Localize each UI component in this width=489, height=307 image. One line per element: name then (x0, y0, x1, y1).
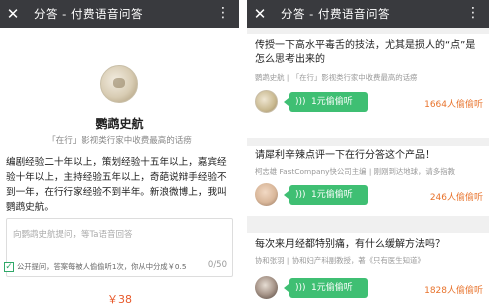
char-counter: 0/50 (207, 260, 227, 270)
listener-count: 1828人偷偷听 (424, 286, 483, 296)
top-bar: ✕ 分答 - 付费语音问答 ⋮ (0, 0, 239, 28)
question-text: 每次来月经都特别痛，有什么缓解方法吗？ (255, 239, 445, 250)
listen-button[interactable]: ))) 1元偷偷听 (284, 92, 368, 112)
sound-wave-icon: ))) (295, 97, 306, 107)
public-checkbox[interactable]: ✓ (4, 262, 14, 272)
public-question-text: 公开提问，答案每被人偷偷听1次，你从中分成￥0.5 (17, 262, 187, 271)
screenshot-root: ✕ 分答 - 付费语音问答 ⋮ 鹦鹉史航 「在行」影视类行家中收费最高的话痨 编… (0, 0, 489, 307)
answerer-meta: 协和张羽 | 协和妇产科副教授，著《只有医生知道》 (255, 256, 425, 265)
top-bar: ✕ 分答 - 付费语音问答 ⋮ (247, 0, 489, 28)
avatar[interactable] (255, 276, 278, 299)
sound-wave-icon: ))) (295, 190, 306, 200)
avatar[interactable] (255, 183, 278, 206)
answerer-meta: 柯志雄 FastCompany快公司主编 | 刚刚到达地球，请多指教 (255, 167, 455, 176)
profile-description: 「在行」影视类行家中收费最高的话痨 (47, 136, 192, 146)
avatar[interactable] (255, 90, 278, 113)
question-placeholder: 向鹦鹉史航提问，等Ta语音回答 (13, 230, 133, 240)
listener-count: 1664人偷偷听 (424, 100, 483, 110)
page-title: 分答 - 付费语音问答 (281, 7, 390, 21)
more-icon[interactable]: ⋮ (466, 0, 481, 26)
price-label[interactable]: ￥38 (0, 291, 239, 307)
question-list-screen: ✕ 分答 - 付费语音问答 ⋮ 传授一下高水平毒舌的技法，尤其是损人的“点”是怎… (247, 0, 489, 307)
answerer-meta: 鹦鹉史航 | 「在行」影视类行家中收费最高的话痨 (255, 73, 418, 82)
profile-bio: 编剧经验二十年以上，策划经验十五年以上，嘉宾经验十年以上，主持经验五年以上，奇葩… (6, 157, 227, 213)
question-text: 传授一下高水平毒舌的技法，尤其是损人的“点”是怎么思考出来的 (255, 40, 476, 65)
list-item[interactable]: 每次来月经都特别痛，有什么缓解方法吗？ 协和张羽 | 协和妇产科副教授，著《只有… (247, 233, 489, 307)
listen-button[interactable]: ))) 1元偷偷听 (284, 185, 368, 205)
close-icon[interactable]: ✕ (247, 0, 273, 28)
listener-count: 246人偷偷听 (429, 193, 483, 203)
close-icon[interactable]: ✕ (0, 0, 26, 28)
list-item[interactable]: 传授一下高水平毒舌的技法，尤其是损人的“点”是怎么思考出来的 鹦鹉史航 | 「在… (247, 34, 489, 138)
page-title: 分答 - 付费语音问答 (34, 7, 143, 21)
avatar[interactable] (100, 65, 138, 103)
profile-screen: ✕ 分答 - 付费语音问答 ⋮ 鹦鹉史航 「在行」影视类行家中收费最高的话痨 编… (0, 0, 239, 307)
listen-button[interactable]: ))) 1元偷偷听 (284, 278, 368, 298)
profile-name: 鹦鹉史航 (95, 117, 144, 131)
question-text: 请犀利辛辣点评一下在行分答这个产品！ (255, 150, 435, 161)
public-question-row[interactable]: ✓ 公开提问，答案每被人偷偷听1次，你从中分成￥0.5 (4, 262, 186, 272)
list-item[interactable]: 请犀利辛辣点评一下在行分答这个产品！ 柯志雄 FastCompany快公司主编 … (247, 146, 489, 216)
more-icon[interactable]: ⋮ (216, 0, 231, 26)
sound-wave-icon: ))) (295, 283, 306, 293)
